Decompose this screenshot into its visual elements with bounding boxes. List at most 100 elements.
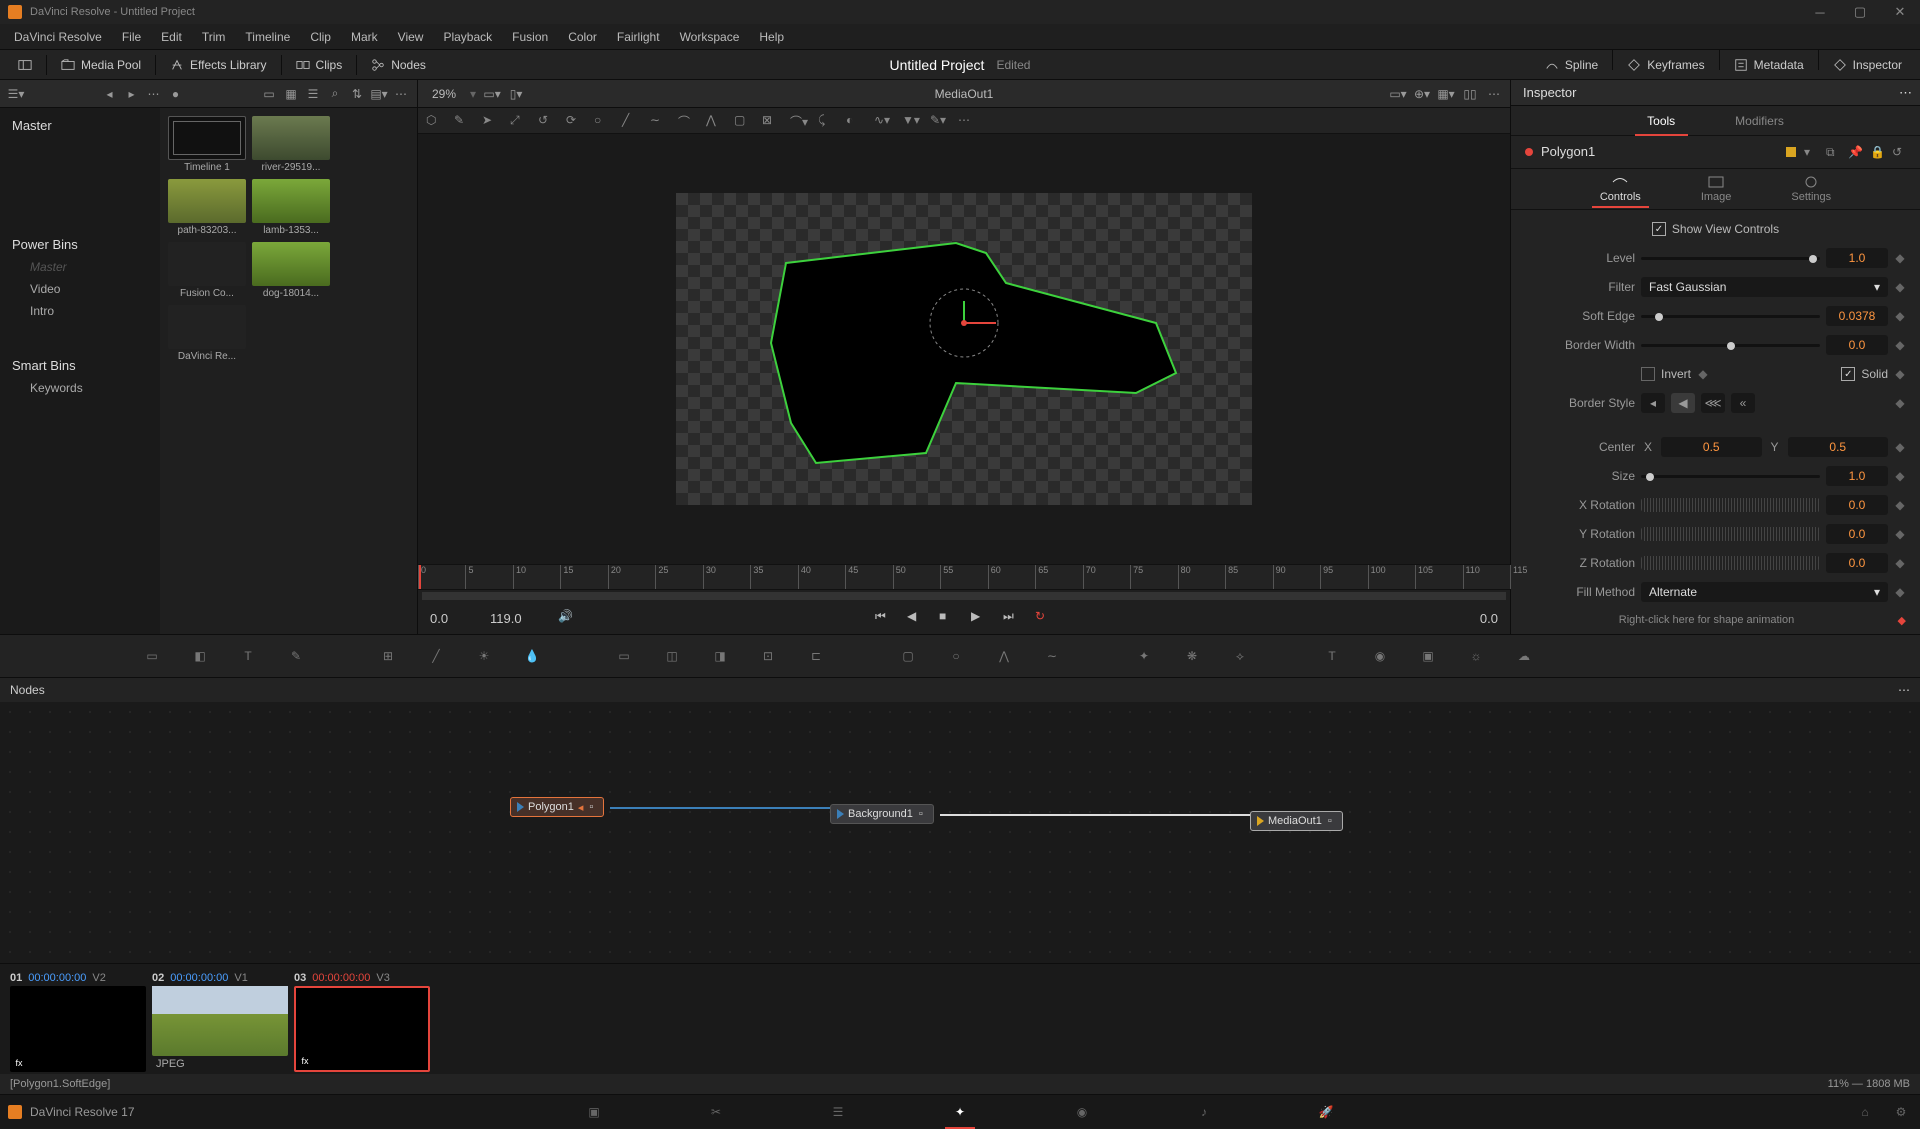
viewer-split[interactable]: ▯▯ (1462, 86, 1478, 102)
ts-crop[interactable]: ⊏ (804, 644, 828, 668)
ts-background[interactable]: ◧ (188, 644, 212, 668)
menu-mark[interactable]: Mark (341, 24, 388, 50)
color-swatch[interactable] (1786, 147, 1796, 157)
zrot-value[interactable]: 0.0 (1826, 553, 1888, 573)
step-back[interactable]: ◀ (907, 609, 925, 627)
sound-icon[interactable]: 🔊 (558, 609, 576, 627)
metadata-button[interactable]: Metadata (1724, 50, 1814, 80)
spline-button[interactable]: Spline (1535, 50, 1608, 80)
thumb-davinci[interactable]: DaVinci Re... (168, 305, 246, 362)
menu-color[interactable]: Color (558, 24, 607, 50)
bspline-icon[interactable]: ⌒ (678, 113, 694, 129)
ts-camera3d[interactable]: ▣ (1416, 644, 1440, 668)
ts-tracker[interactable]: ⊞ (376, 644, 400, 668)
nav-back[interactable]: ◂ (102, 86, 118, 102)
gear-icon[interactable]: ⚙ (1890, 1101, 1912, 1123)
pen-icon[interactable]: ✎▾ (930, 113, 946, 129)
ts-merge[interactable]: ▭ (612, 644, 636, 668)
ts-paint[interactable]: ✎ (284, 644, 308, 668)
inspector-button[interactable]: Inspector (1823, 50, 1912, 80)
bin-intro[interactable]: Intro (0, 300, 160, 322)
timeline-ruler[interactable]: 0510152025303540455055606570758085909510… (418, 564, 1510, 590)
keyframes-button[interactable]: Keyframes (1617, 50, 1714, 80)
bin-power-master[interactable]: Master (0, 256, 160, 278)
menu-fusion[interactable]: Fusion (502, 24, 558, 50)
maximize-button[interactable]: ▢ (1840, 0, 1880, 24)
transform-icon[interactable]: ⤢ (510, 113, 526, 129)
zrot-wheel[interactable] (1641, 556, 1820, 570)
ts-render3d[interactable]: ☁ (1512, 644, 1536, 668)
ts-particles[interactable]: ✦ (1132, 644, 1156, 668)
menu-edit[interactable]: Edit (151, 24, 192, 50)
soft-edge-value[interactable]: 0.0378 (1826, 306, 1888, 326)
menu-playback[interactable]: Playback (433, 24, 502, 50)
tab-modifiers[interactable]: Modifiers (1705, 106, 1814, 136)
reset-icon[interactable]: ↺ (1892, 145, 1906, 159)
subtab-settings[interactable]: Settings (1783, 171, 1839, 207)
menu-davinci[interactable]: DaVinci Resolve (4, 24, 112, 50)
ts-light3d[interactable]: ☼ (1464, 644, 1488, 668)
page-edit[interactable]: ☰ (827, 1101, 849, 1123)
brush-icon[interactable]: ✎ (454, 113, 470, 129)
viewer-opts[interactable]: ⋯ (1486, 86, 1502, 102)
tab-tools[interactable]: Tools (1617, 106, 1705, 136)
ts-polygon[interactable]: ⋀ (992, 644, 1016, 668)
menu-clip[interactable]: Clip (300, 24, 341, 50)
invert-check[interactable]: Invert (1641, 367, 1691, 381)
smooth-dd[interactable]: ∿▾ (874, 113, 890, 129)
node-mediaout1[interactable]: MediaOut1▫ (1250, 811, 1343, 831)
grid-view[interactable]: ▦ (283, 86, 299, 102)
go-start[interactable]: ⏮ (875, 609, 893, 627)
page-fusion[interactable]: ✦ (949, 1101, 971, 1123)
center-x[interactable]: 0.5 (1661, 437, 1762, 457)
xrot-wheel[interactable] (1641, 498, 1820, 512)
menu-fairlight[interactable]: Fairlight (607, 24, 670, 50)
close-path-icon[interactable]: ⊠ (762, 113, 778, 129)
sharp-dd[interactable]: ▼▾ (902, 113, 918, 129)
thumb-dog[interactable]: dog-18014... (252, 242, 330, 299)
sort-icon[interactable]: ⇅ (349, 86, 365, 102)
reset-icon[interactable]: ↺ (538, 113, 554, 129)
border-width-slider[interactable] (1641, 344, 1820, 347)
xrot-value[interactable]: 0.0 (1826, 495, 1888, 515)
ts-text3d[interactable]: T (1320, 644, 1344, 668)
bin-master[interactable]: Master (0, 114, 160, 137)
viewer-layout1[interactable]: ▭▾ (484, 86, 500, 102)
chevron-down-icon[interactable]: ▾ (1804, 145, 1818, 159)
timeline-track[interactable] (422, 592, 1506, 600)
level-slider[interactable] (1641, 257, 1820, 260)
ts-text[interactable]: T (236, 644, 260, 668)
bin-smart[interactable]: Smart Bins (0, 354, 160, 377)
media-pool-button[interactable]: Media Pool (51, 50, 151, 80)
ts-matte[interactable]: ◨ (708, 644, 732, 668)
arrow-icon[interactable]: ➤ (482, 113, 498, 129)
filter-select[interactable]: Fast Gaussian▾ (1641, 277, 1888, 297)
ts-rect[interactable]: ▢ (896, 644, 920, 668)
clip-02[interactable]: 0200:00:00:00V1 JPEG (152, 970, 288, 1072)
more-icon[interactable]: ⋯ (958, 113, 974, 129)
line-icon[interactable]: ╱ (622, 113, 638, 129)
versions-icon[interactable]: ⧉ (1826, 145, 1840, 159)
page-color[interactable]: ◉ (1071, 1101, 1093, 1123)
ts-prender[interactable]: ❋ (1180, 644, 1204, 668)
record-icon[interactable]: ● (168, 86, 184, 102)
wand-icon[interactable]: ⬡ (426, 113, 442, 129)
bin-keywords[interactable]: Keywords (0, 377, 160, 399)
subtab-controls[interactable]: Controls (1592, 171, 1649, 207)
menu-help[interactable]: Help (749, 24, 794, 50)
rotate-icon[interactable]: ⟳ (566, 113, 582, 129)
inspector-opts[interactable]: ⋯ (1899, 85, 1912, 101)
pin-icon[interactable]: 📌 (1848, 145, 1862, 159)
menu-workspace[interactable]: Workspace (670, 24, 750, 50)
ts-sun[interactable]: ☀ (472, 644, 496, 668)
curve-dd[interactable]: ⌒▾ (790, 113, 806, 129)
viewer-grid[interactable]: ▦▾ (1438, 86, 1454, 102)
size-slider[interactable] (1641, 475, 1820, 478)
level-value[interactable]: 1.0 (1826, 248, 1888, 268)
page-media[interactable]: ▣ (583, 1101, 605, 1123)
viewer-globe[interactable]: ⊕▾ (1414, 86, 1430, 102)
border-style-1[interactable]: ◂ (1641, 393, 1665, 413)
ts-blur[interactable]: 💧 (520, 644, 544, 668)
subtab-image[interactable]: Image (1693, 171, 1740, 207)
bin-video[interactable]: Video (0, 278, 160, 300)
